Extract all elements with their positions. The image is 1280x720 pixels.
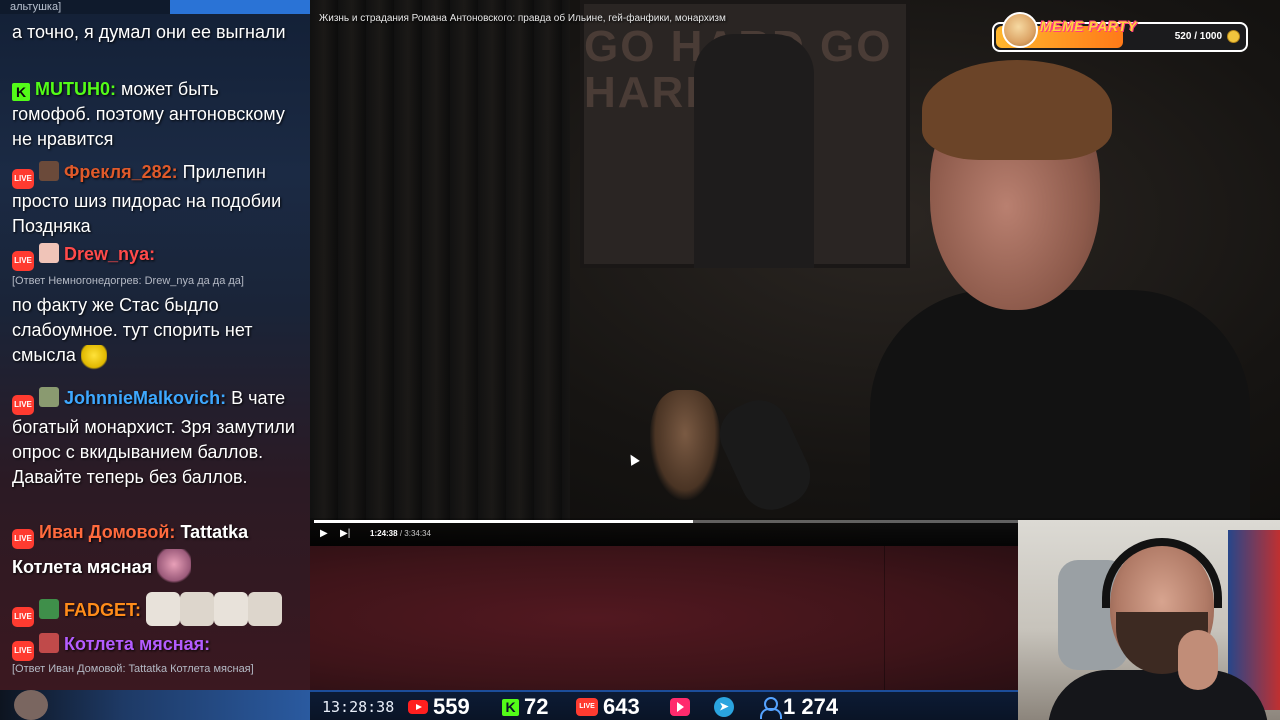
emote-icon [80, 345, 107, 371]
user-icon [760, 697, 782, 719]
reply-reference: [Ответ Иван Домовой: Tattatka Котлета мя… [12, 663, 254, 675]
guest-body [870, 290, 1250, 546]
chat-topbar-strip [170, 0, 310, 14]
live-badge-icon: LIVE [12, 607, 34, 627]
panel-divider [884, 546, 885, 690]
mouse-cursor-icon [626, 452, 640, 466]
video-title: Жизнь и страдания Романа Антоновского: п… [319, 13, 726, 24]
chat-username[interactable]: Drew_nya: [64, 244, 155, 264]
video-player[interactable]: GO HARD GO HARD Жизнь и страдания Романа… [310, 0, 1280, 546]
microphone [710, 390, 820, 520]
cut-off-message: альтушка] [10, 1, 62, 13]
kick-icon: K [502, 698, 519, 716]
coin-icon [1227, 30, 1240, 43]
user-avatar-icon [39, 161, 60, 181]
video-plant [650, 390, 720, 500]
current-time: 1:24:38 [370, 529, 398, 538]
chat-message: LIVE Фрекля_282: Прилепин просто шиз пид… [12, 160, 302, 239]
telegram-stat: ➤ [714, 694, 734, 720]
meme-party-score: 520 / 1000 [1174, 31, 1222, 42]
cat-emote-icon [146, 592, 181, 626]
cat-emote-icon [214, 592, 249, 626]
user-avatar-icon [39, 243, 60, 263]
live-badge-icon: LIVE [12, 169, 34, 189]
live-badge-icon: LIVE [12, 251, 34, 271]
chat-username[interactable]: Фрекля_282: [64, 162, 178, 182]
progress-fill [314, 520, 694, 523]
play-stat [670, 694, 690, 720]
headset-icon [1102, 538, 1222, 608]
telegram-icon: ➤ [714, 697, 734, 717]
guest-hair [922, 60, 1112, 160]
kick-stat: K 72 [502, 694, 548, 720]
live-stat: LIVE 643 [576, 694, 640, 720]
play-icon [670, 698, 690, 716]
youtube-icon [408, 700, 428, 714]
cat-emote-icon [248, 592, 283, 626]
lower-panel [310, 546, 1018, 690]
avatar [14, 690, 48, 720]
chat-bottombar [0, 690, 310, 720]
meme-party-widget: MEME PARTY 520 / 1000 [992, 12, 1248, 52]
chat-username[interactable]: Иван Домовой: [39, 522, 175, 542]
play-button[interactable]: ▶ [320, 528, 328, 540]
chat-message-body: по факту же Стас быдло слабоумное. тут с… [12, 293, 302, 371]
live-badge-icon: LIVE [12, 529, 34, 549]
youtube-viewers: 559 [433, 694, 470, 719]
reply-reference: [Ответ Немногонедогрев: Drew_nya да да д… [12, 275, 244, 287]
kick-viewers: 72 [524, 694, 549, 719]
chat-username[interactable]: Котлета мясная: [64, 634, 210, 654]
chat-topbar: альтушка] [0, 0, 310, 14]
stream-layout: альтушка] а точно, я думал они ее выгнал… [0, 0, 1280, 720]
chat-username[interactable]: JohnnieMalkovich: [64, 388, 226, 408]
clock: 13:28:38 [322, 698, 395, 716]
time-display: 1:24:38 / 3:34:34 [370, 529, 431, 538]
kick-badge-icon: K [12, 83, 30, 101]
live-badge-icon: LIVE [12, 641, 34, 661]
youtube-stat: 559 [408, 694, 470, 720]
video-guest [870, 60, 1250, 546]
emote-icon [157, 549, 192, 583]
total-stat: 1 274 [760, 694, 838, 720]
cat-emote-icon [180, 592, 215, 626]
video-background-curtain [310, 0, 570, 520]
doge-icon [1002, 12, 1038, 48]
duration: 3:34:34 [404, 529, 431, 538]
webcam [1018, 520, 1280, 720]
stats-bar: 13:28:38 559 K 72 LIVE 643 ➤ 1 274 [310, 690, 1018, 720]
chat-message: LIVE FADGET: [12, 592, 302, 627]
chat-username[interactable]: MUTUH0: [35, 79, 116, 99]
chat-message: LIVE Котлета мясная: [12, 632, 302, 661]
chat-message-text: по факту же Стас быдло слабоумное. тут с… [12, 295, 253, 365]
poster-figure [694, 34, 814, 268]
chat-username[interactable]: FADGET: [64, 600, 141, 620]
live-icon: LIVE [576, 698, 598, 716]
live-badge-icon: LIVE [12, 395, 34, 415]
chat-message-text: а точно, я думал они ее выгнали [12, 22, 286, 42]
chat-message: LIVE Drew_nya: [12, 242, 302, 271]
chat-message: LIVE Иван Домовой: Tattatka Котлета мясн… [12, 520, 302, 583]
video-poster: GO HARD GO HARD [580, 0, 910, 268]
meme-party-label: MEME PARTY [1040, 18, 1138, 34]
chat-message: K MUTUH0: может быть гомофоб. поэтому ан… [12, 77, 302, 152]
user-avatar-icon [39, 633, 60, 653]
next-button[interactable]: ▶| [340, 528, 350, 540]
user-avatar-icon [39, 599, 60, 619]
user-avatar-icon [39, 387, 60, 407]
chat-message: а точно, я думал они ее выгнали [12, 20, 302, 45]
total-viewers: 1 274 [783, 694, 839, 719]
live-viewers: 643 [603, 694, 640, 719]
cam-shirt [1048, 670, 1268, 720]
chat-panel: альтушка] а точно, я думал они ее выгнал… [0, 0, 310, 690]
chat-message: LIVE JohnnieMalkovich: В чате богатый мо… [12, 386, 302, 490]
cam-hand [1178, 630, 1218, 690]
